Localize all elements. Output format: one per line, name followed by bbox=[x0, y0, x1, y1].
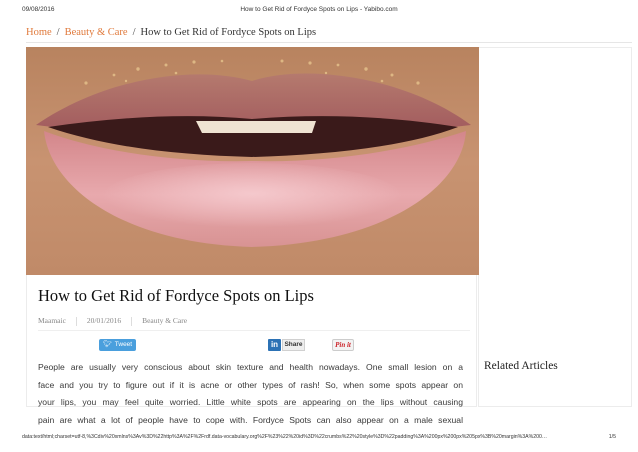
print-url: data:text/html;charset=utf-8,%3Cdiv%20xm… bbox=[22, 434, 548, 440]
meta-divider bbox=[131, 316, 133, 326]
related-articles-heading: Related Articles bbox=[484, 360, 558, 372]
breadcrumb-divider bbox=[26, 42, 632, 43]
breadcrumb: Home / Beauty & Care / How to Get Rid of For… bbox=[26, 27, 316, 38]
share-divider bbox=[38, 330, 470, 331]
tweet-label: Tweet bbox=[114, 341, 133, 348]
article-meta: Maamaic 20/01/2016 Beauty & Care bbox=[38, 316, 187, 326]
article-body-line: People are usually very conscious about … bbox=[38, 362, 463, 372]
twitter-bird-icon: 🐦︎ bbox=[102, 341, 112, 348]
print-page-title: How to Get Rid of Fordyce Spots on Lips … bbox=[240, 6, 398, 13]
article-body: People are usually very conscious about … bbox=[38, 359, 463, 429]
article-body-line: pain are what a lot of people have to co… bbox=[38, 414, 463, 425]
breadcrumb-home-link[interactable]: Home bbox=[26, 27, 52, 38]
breadcrumb-category-link[interactable]: Beauty & Care bbox=[65, 27, 128, 38]
article-date: 20/01/2016 bbox=[86, 316, 122, 325]
article-body-line: your lips, you may feel quite worried. L… bbox=[38, 397, 463, 408]
sidebar-panel bbox=[478, 47, 632, 407]
linkedin-share-button[interactable]: Share bbox=[282, 339, 305, 351]
article-category[interactable]: Beauty & Care bbox=[142, 316, 187, 325]
article-body-line: face and you try to figure out if it is … bbox=[38, 379, 463, 390]
tweet-button[interactable]: 🐦︎ Tweet bbox=[99, 339, 136, 351]
pinterest-pin-button[interactable]: Pin it bbox=[332, 339, 354, 351]
breadcrumb-current: How to Get Rid of Fordyce Spots on Lips bbox=[140, 27, 317, 38]
article-hero-image bbox=[26, 47, 479, 275]
breadcrumb-separator: / bbox=[56, 27, 60, 38]
article-author[interactable]: Maamaic bbox=[38, 316, 66, 325]
article-title: How to Get Rid of Fordyce Spots on Lips bbox=[38, 286, 314, 305]
breadcrumb-separator: / bbox=[132, 27, 136, 38]
meta-divider bbox=[75, 316, 77, 326]
linkedin-icon[interactable]: in bbox=[268, 339, 281, 351]
print-page-number: 1/5 bbox=[608, 434, 616, 440]
